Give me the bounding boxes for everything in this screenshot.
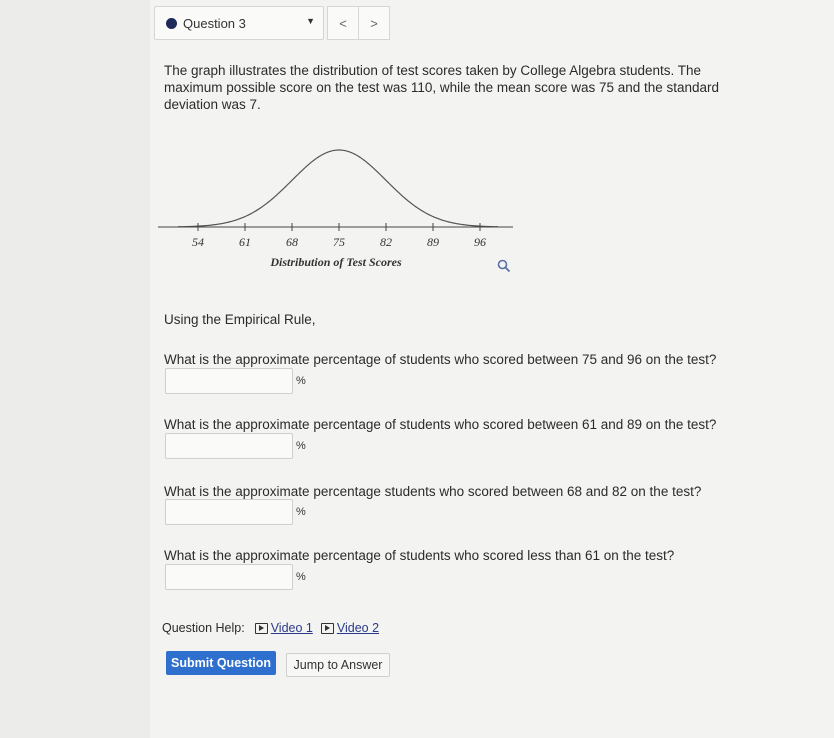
video-2-link[interactable]: Video 2 — [320, 621, 380, 635]
chevron-left-icon: < — [339, 15, 347, 31]
video-2-label: Video 2 — [336, 621, 380, 635]
percent-unit-2: % — [296, 440, 306, 452]
next-question-button[interactable]: > — [358, 6, 390, 40]
axis-tick-label: 61 — [239, 235, 251, 249]
video-1-link[interactable]: Video 1 — [254, 621, 313, 635]
percent-unit-4: % — [296, 571, 306, 583]
help-label: Question Help: — [162, 621, 245, 635]
video-play-icon — [320, 622, 334, 634]
chevron-right-icon: > — [370, 15, 378, 31]
percent-unit-3: % — [296, 506, 306, 518]
axis-tick-label: 96 — [474, 235, 486, 249]
submit-question-button[interactable]: Submit Question — [166, 651, 276, 675]
answer-3-input[interactable] — [165, 499, 293, 525]
axis-tick-label: 68 — [286, 235, 298, 249]
question-4-text: What is the approximate percentage of st… — [164, 548, 675, 563]
answer-1-input[interactable] — [165, 368, 293, 394]
bell-curve — [177, 149, 499, 228]
answer-4-input[interactable] — [165, 564, 293, 590]
question-selector[interactable]: Question 3 ▼ — [154, 6, 324, 40]
question-1-text: What is the approximate percentage of st… — [164, 352, 717, 367]
question-2-text: What is the approximate percentage of st… — [164, 417, 717, 432]
dropdown-caret-icon: ▼ — [306, 16, 315, 26]
question-prompt: The graph illustrates the distribution o… — [164, 63, 720, 112]
video-play-icon — [254, 622, 268, 634]
question-label: Question 3 — [183, 15, 246, 31]
question-3-text: What is the approximate percentage stude… — [164, 484, 702, 499]
axis-tick-label: 82 — [380, 235, 392, 249]
status-dot-icon — [166, 17, 177, 29]
question-help: Question Help: Video 1 Video 2 — [162, 621, 379, 635]
prev-question-button[interactable]: < — [327, 6, 359, 40]
answer-2-input[interactable] — [165, 433, 293, 459]
rule-text: Using the Empirical Rule, — [164, 312, 316, 327]
percent-unit-1: % — [296, 375, 306, 387]
axis-tick-label: 75 — [333, 235, 345, 249]
jump-to-answer-button[interactable]: Jump to Answer — [286, 653, 390, 677]
magnify-icon[interactable] — [497, 259, 511, 273]
graph-caption: Distribution of Test Scores — [270, 255, 402, 269]
video-1-label: Video 1 — [270, 621, 313, 635]
axis-tick-label: 54 — [192, 235, 204, 249]
axis-tick-label: 89 — [427, 235, 439, 249]
